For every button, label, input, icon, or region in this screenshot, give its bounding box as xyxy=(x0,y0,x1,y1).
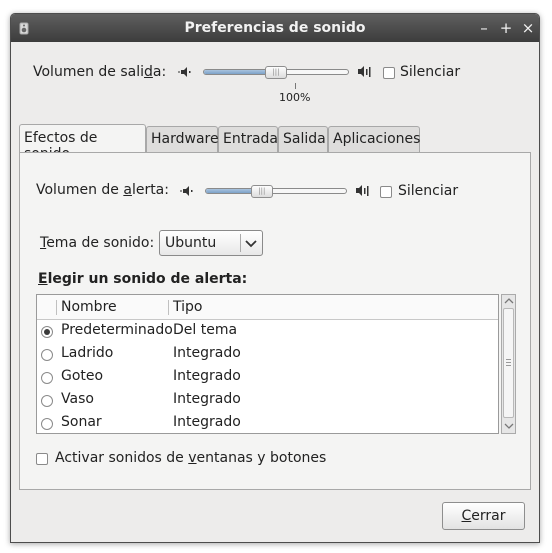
sound-type: Integrado xyxy=(173,345,241,361)
sound-type: Del tema xyxy=(173,322,238,338)
scroll-up-arrow-icon[interactable] xyxy=(504,297,514,305)
heading-mnemonic: E xyxy=(38,271,48,287)
close-button[interactable]: Cerrar xyxy=(442,502,525,530)
tab-entrada[interactable]: Entrada xyxy=(218,126,278,153)
window-sounds-label[interactable]: Activar sonidos de ventanas y botones xyxy=(55,450,326,466)
output-volume-value: 100% xyxy=(279,91,311,104)
window-sounds-label-pre: Activar sonidos de xyxy=(55,450,189,466)
output-mute-label[interactable]: Silenciar xyxy=(400,64,460,80)
output-volume-thumb[interactable]: ||| xyxy=(265,66,287,79)
column-divider xyxy=(56,300,57,315)
choose-alert-sound-heading: Elegir un sonido de alerta: xyxy=(38,271,247,287)
column-divider xyxy=(168,300,169,315)
sound-type: Integrado xyxy=(173,414,241,430)
list-scrollbar[interactable] xyxy=(501,294,516,434)
sound-type: Integrado xyxy=(173,368,241,384)
close-button-mnemonic: C xyxy=(461,508,472,524)
column-header-tipo[interactable]: Tipo xyxy=(173,299,202,315)
sound-radio[interactable] xyxy=(41,395,53,407)
list-item[interactable]: Sonar Integrado xyxy=(37,412,498,435)
heading-rest: legir un sonido de alerta: xyxy=(47,271,248,287)
title-bar[interactable]: Preferencias de sonido – + × xyxy=(11,14,539,42)
alert-volume-label: Volumen de alerta: xyxy=(36,182,169,198)
sound-theme-label-post: ema de sonido: xyxy=(46,235,155,251)
tab-hardware[interactable]: Hardware xyxy=(146,126,219,153)
window-sounds-checkbox[interactable] xyxy=(36,453,48,465)
window-sounds-label-mnemonic: v xyxy=(188,450,197,466)
tab-efectos-de-sonido[interactable]: Efectos de sonido xyxy=(19,124,146,162)
volume-low-icon xyxy=(178,67,191,77)
tab-salida[interactable]: Salida xyxy=(278,126,328,153)
list-item[interactable]: Goteo Integrado xyxy=(37,366,498,389)
sound-effects-panel: Volumen de alerta: ||| Silenciar Tema de… xyxy=(19,152,531,490)
maximize-button[interactable]: + xyxy=(497,18,515,38)
sound-radio[interactable] xyxy=(41,326,53,338)
sound-name: Goteo xyxy=(61,368,104,384)
alert-volume-slider[interactable] xyxy=(205,188,347,194)
output-volume-label-post: a: xyxy=(152,64,167,80)
sound-theme-select[interactable]: Ubuntu xyxy=(159,230,263,256)
output-volume-label: Volumen de salida: xyxy=(33,64,166,80)
alert-volume-label-pre: Volumen de xyxy=(36,182,124,198)
scroll-grip xyxy=(506,365,511,366)
output-volume-label-pre: Volumen de sali xyxy=(33,64,144,80)
volume-high-icon xyxy=(358,66,371,77)
scroll-thumb[interactable] xyxy=(503,308,514,418)
window-sounds-label-post: entanas y botones xyxy=(196,450,327,466)
alert-volume-label-mnemonic: a xyxy=(123,182,132,198)
output-mute-checkbox[interactable] xyxy=(383,67,395,79)
alert-mute-label[interactable]: Silenciar xyxy=(398,183,458,199)
scroll-down-arrow-icon[interactable] xyxy=(504,422,514,430)
combo-separator xyxy=(240,234,241,252)
chevron-down-icon xyxy=(245,240,257,248)
sound-radio[interactable] xyxy=(41,418,53,430)
sound-theme-label: Tema de sonido: xyxy=(40,235,154,251)
sound-name: Sonar xyxy=(61,414,102,430)
sound-type: Integrado xyxy=(173,391,241,407)
alert-volume-thumb[interactable]: ||| xyxy=(250,185,273,198)
scroll-grip xyxy=(506,359,511,360)
close-button-rest: errar xyxy=(471,508,506,524)
scroll-grip xyxy=(506,362,511,363)
tab-aplicaciones[interactable]: Aplicaciones xyxy=(328,126,420,153)
alert-sound-list: Nombre Tipo Predeterminado Del tema Ladr… xyxy=(36,294,499,434)
sound-name: Predeterminado xyxy=(61,322,173,338)
list-header: Nombre Tipo xyxy=(37,295,498,320)
sound-preferences-window: Preferencias de sonido – + × Volumen de … xyxy=(10,13,540,543)
window-title: Preferencias de sonido xyxy=(184,20,366,36)
alert-mute-checkbox[interactable] xyxy=(380,186,392,198)
alert-volume-high-icon xyxy=(356,185,369,196)
sound-name: Vaso xyxy=(61,391,94,407)
output-volume-label-mnemonic: d xyxy=(144,64,153,80)
close-window-button[interactable]: × xyxy=(519,18,537,38)
alert-volume-low-icon xyxy=(180,186,193,196)
slider-tick-mark xyxy=(295,83,296,89)
list-item[interactable]: Predeterminado Del tema xyxy=(37,320,498,343)
alert-volume-label-post: lerta: xyxy=(131,182,169,198)
list-item[interactable]: Vaso Integrado xyxy=(37,389,498,412)
column-header-nombre[interactable]: Nombre xyxy=(61,299,117,315)
sound-radio[interactable] xyxy=(41,372,53,384)
sound-theme-value: Ubuntu xyxy=(165,235,217,251)
sound-name: Ladrido xyxy=(61,345,114,361)
list-item[interactable]: Ladrido Integrado xyxy=(37,343,498,366)
minimize-button[interactable]: – xyxy=(475,18,493,38)
sound-radio[interactable] xyxy=(41,349,53,361)
